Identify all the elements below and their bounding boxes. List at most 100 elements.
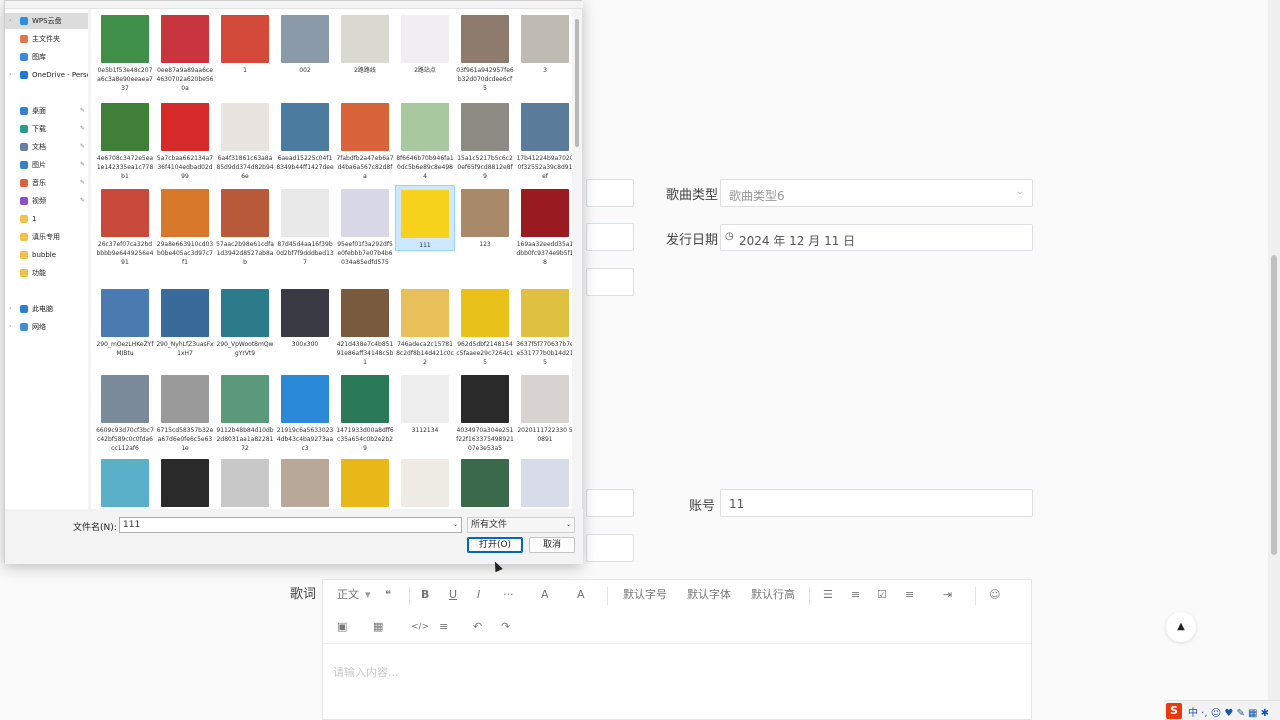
file-item[interactable]: 421d438e7c4b85191e86aff34148c5b1	[335, 285, 395, 367]
lyrics-editor[interactable]: 正文 ▾ ❝ B U I ··· A A 默认字号 默认字体 默认行高 ☰ ≡ …	[322, 579, 1032, 720]
file-item[interactable]: 2路站点	[395, 11, 455, 75]
file-item[interactable]: 95eef01f3a292df5e0febbb7e07b4b6034a85edf…	[335, 185, 395, 267]
open-button[interactable]: 打开(O)	[467, 537, 523, 553]
file-item[interactable]: 87d45d4aa16f39b0d2bf7f9dddbed137	[275, 185, 335, 267]
bullet-list-icon[interactable]: ☰	[823, 587, 833, 603]
numbered-list-icon[interactable]: ≡	[851, 587, 860, 603]
file-item[interactable]: 2路路线	[335, 11, 395, 75]
file-item[interactable]: 57aac2b98e61cdfa1d3942d8527ab8ab	[215, 185, 275, 267]
nav-item[interactable]: 音乐 ✎	[5, 175, 88, 191]
todo-list-icon[interactable]: ☑	[877, 587, 887, 603]
file-item[interactable]: 3112134	[395, 371, 455, 435]
file-item[interactable]: 7fabdfb2a47eb6a7d4ba6a567c82d8fa	[335, 99, 395, 181]
nav-item[interactable]: 下载 ✎	[5, 121, 88, 137]
italic-icon[interactable]: I	[477, 587, 480, 603]
filetype-select[interactable]: 所有文件 ⌄	[467, 517, 575, 533]
file-item[interactable]: 4034970a304e251f22f16337549892107e3e53a5	[455, 371, 515, 453]
indent-icon[interactable]: ⇥	[943, 587, 952, 603]
more-styles-icon[interactable]: ···	[503, 587, 514, 603]
file-item[interactable]: 15a1c5217b5c6c20ef65f9cd8812e8f9	[455, 99, 515, 181]
file-item[interactable]: 17b41224b9a70200f32552a39c8d91ef	[515, 99, 575, 181]
divider-line-icon[interactable]: ≡	[439, 619, 448, 635]
cancel-button[interactable]: 取消	[529, 537, 575, 553]
file-item[interactable]: 6a4f31861c63a8a85d9dd374d82b946e	[215, 99, 275, 181]
file-item[interactable]	[155, 455, 215, 509]
code-icon[interactable]: </>	[411, 619, 429, 635]
nav-item[interactable]: › 此电脑	[5, 301, 88, 317]
partial-field-3[interactable]	[586, 268, 634, 296]
file-item[interactable]: 5a7cbaa662134a736f4104edbad02d99	[155, 99, 215, 181]
paragraph-style-select[interactable]: 正文	[337, 587, 359, 603]
file-list-scrollbar-thumb[interactable]	[575, 19, 579, 147]
chevron-right-icon[interactable]: ›	[9, 301, 11, 317]
account-input[interactable]: 11	[720, 489, 1033, 517]
file-item[interactable]: 002	[275, 11, 335, 75]
nav-item[interactable]: 1	[5, 211, 88, 227]
nav-item[interactable]: 视频 ✎	[5, 193, 88, 209]
nav-item[interactable]: bubble	[5, 247, 88, 263]
file-item[interactable]: 8f6646b70b946fa10dc5b6e89c8e4984	[395, 99, 455, 181]
undo-icon[interactable]: ↶	[473, 619, 482, 635]
file-item[interactable]: 3637f5f770637b7ee531777b0b14d215	[515, 285, 575, 367]
font-size-select[interactable]: 默认字号	[623, 587, 667, 603]
nav-item[interactable]: › WPS云盘	[5, 13, 88, 29]
table-icon[interactable]: ▦	[373, 619, 383, 635]
nav-item[interactable]: 滇乐专用	[5, 229, 88, 245]
file-list-scrollbar[interactable]	[572, 9, 582, 509]
underline-icon[interactable]: U	[449, 587, 457, 603]
font-color-icon[interactable]: A	[541, 587, 549, 603]
file-item[interactable]: 0e5b1f53e48c207a6c3a8e90eeaea737	[95, 11, 155, 93]
line-height-select[interactable]: 默认行高	[751, 587, 795, 603]
chevron-down-icon[interactable]: ⌄	[453, 518, 458, 532]
chevron-right-icon[interactable]: ›	[9, 13, 11, 29]
ime-toolbar-icons[interactable]: 中 ·, ☺ ♥ ✎ ▦ ✱	[1188, 704, 1269, 719]
nav-item[interactable]: 功能	[5, 265, 88, 281]
bold-icon[interactable]: B	[421, 587, 429, 603]
file-item[interactable]: 26c37ef07ca32bdbbbb9e6449256e491	[95, 185, 155, 267]
chevron-right-icon[interactable]: ›	[9, 67, 11, 83]
file-item[interactable]: 6715cd58357b32ea67d6e0fe6c5e631e	[155, 371, 215, 453]
file-item[interactable]: 123	[455, 185, 515, 249]
file-item[interactable]	[455, 455, 515, 509]
image-icon[interactable]: ▣	[337, 619, 347, 635]
file-item[interactable]	[515, 455, 575, 509]
file-item[interactable]: 21919c6a56330234db43c4ba9273aac3	[275, 371, 335, 453]
partial-field-4[interactable]	[586, 489, 634, 517]
nav-item[interactable]: 桌面 ✎	[5, 103, 88, 119]
file-item[interactable]: 169aa32eedd35a1dbb0fc9374e9b5f18	[515, 185, 575, 267]
redo-icon[interactable]: ↷	[501, 619, 510, 635]
release-date-picker[interactable]: ◷ 2024 年 12 月 11 日	[720, 224, 1033, 251]
nav-item[interactable]: 文档 ✎	[5, 139, 88, 155]
file-item[interactable]: 6aead15225c04f18349b44ff1427dee	[275, 99, 335, 172]
nav-item[interactable]: 图库	[5, 49, 88, 65]
nav-item[interactable]: 图片 ✎	[5, 157, 88, 173]
file-item[interactable]: 2020111722330 50891	[515, 371, 575, 444]
file-item[interactable]: 29a8e663910cd03b0be405ac3d97c7f1	[155, 185, 215, 267]
file-item[interactable]: 111	[395, 185, 455, 251]
file-item[interactable]	[335, 455, 395, 509]
quote-icon[interactable]: ❝	[385, 587, 391, 603]
sogou-ime-icon[interactable]: S	[1166, 703, 1182, 719]
file-item[interactable]: 1	[215, 11, 275, 75]
file-item[interactable]	[395, 455, 455, 509]
song-type-select[interactable]: 歌曲类型6 ⌄	[720, 179, 1033, 207]
file-item[interactable]	[275, 455, 335, 509]
file-item[interactable]: 03f961a942957fe6b32d070dcdee6cf5	[455, 11, 515, 93]
file-item[interactable]: 3	[515, 11, 575, 75]
file-item[interactable]: 0ee87a9a89aa6ce4630702a620be560a	[155, 11, 215, 93]
file-item[interactable]: 290_mOezLHKeZYfMIBtu	[95, 285, 155, 358]
page-scrollbar-thumb[interactable]	[1271, 255, 1277, 555]
nav-item[interactable]: 主文件夹	[5, 31, 88, 47]
align-icon[interactable]: ≡	[905, 587, 914, 603]
back-to-top-button[interactable]: ▲	[1166, 612, 1196, 642]
partial-field-2[interactable]	[586, 223, 634, 251]
chevron-right-icon[interactable]: ›	[9, 319, 11, 335]
file-item[interactable]: 962d5dbf2148154c5faaee29c7264c15	[455, 285, 515, 367]
nav-item[interactable]: › OneDrive - Perso	[5, 67, 88, 83]
background-color-icon[interactable]: A	[577, 587, 585, 603]
file-item[interactable]: 746adeca2c157818c2df8b14d421c0c2	[395, 285, 455, 367]
file-item[interactable]: 6609c93d70cf3bc7c42bf589c0c0fda6cc112af6	[95, 371, 155, 453]
nav-item[interactable]: › 网络	[5, 319, 88, 335]
file-item[interactable]: 290_VpWoot8mQwgYrVt9	[215, 285, 275, 358]
partial-field-1[interactable]	[586, 179, 634, 207]
